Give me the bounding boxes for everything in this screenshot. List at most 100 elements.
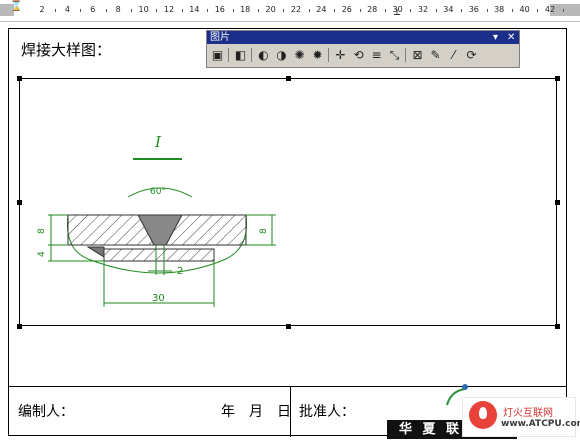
rotate-button[interactable]: ⟲	[350, 46, 367, 64]
toolbar-separator	[250, 46, 254, 64]
toolbar-separator	[227, 46, 231, 64]
toolbar-buttons: ▣ ◧ ◐ ◑ ✺ ✹ ✛ ⟲ ≡ ⤡ ⊠ ✎ ⁄ ⟳	[209, 46, 480, 64]
resize-handle-s[interactable]	[286, 324, 291, 329]
ruler-tick	[54, 9, 56, 12]
compress-button[interactable]: ⤡	[386, 46, 403, 64]
ruler-tick	[232, 9, 234, 12]
resize-handle-w[interactable]	[17, 200, 22, 205]
left-indent-marker[interactable]: ⌛	[10, 2, 22, 12]
ruler-tick	[537, 9, 539, 12]
compiler-label: 编制人：	[18, 404, 74, 420]
text-wrap-icon: ⊠	[412, 48, 423, 62]
resize-handle-nw[interactable]	[17, 76, 22, 81]
page-title: 焊接大样图：	[21, 41, 112, 59]
watermark-badge: 灯火互联网 www.ATCPU.com	[462, 397, 580, 437]
set-transparent-color-icon: ⁄	[452, 48, 455, 62]
ruler-label: 34	[443, 5, 454, 14]
ruler-tick	[181, 9, 183, 12]
ruler-tick	[511, 9, 513, 12]
crop-button[interactable]: ✛	[332, 46, 349, 64]
less-contrast-icon: ◑	[276, 48, 287, 62]
document-page: 焊接大样图： I 60° 2 8 4 8 30 编制人： 年 月 日 批准人：	[8, 28, 567, 437]
ruler-tick	[562, 9, 564, 12]
toolbar-close-icon[interactable]: ✕	[507, 31, 515, 44]
ruler-label: 24	[316, 5, 327, 14]
toolbar-titlebar[interactable]: 图片 ▾ ✕	[207, 31, 519, 44]
picture-toolbar[interactable]: 图片 ▾ ✕ ▣ ◧ ◐ ◑ ✺ ✹ ✛ ⟲ ≡ ⤡ ⊠ ✎ ⁄ ⟳	[206, 30, 520, 68]
format-picture-button[interactable]: ✎	[427, 46, 444, 64]
date-label: 年 月 日	[221, 404, 291, 420]
angle-label: 60°	[150, 187, 166, 197]
ruler-tick	[80, 9, 82, 12]
ruler-label: 8	[115, 5, 121, 14]
ruler-label: 14	[189, 5, 200, 14]
resize-handle-ne[interactable]	[555, 76, 560, 81]
ruler-label: 32	[417, 5, 429, 14]
ruler-tick	[308, 9, 310, 12]
reset-picture-icon: ⟳	[466, 48, 477, 62]
toolbar-options-icon[interactable]: ▾	[493, 31, 498, 44]
ruler-label: 22	[290, 5, 302, 14]
ruler-label: 28	[367, 5, 378, 14]
ruler-tick	[105, 9, 107, 12]
reset-picture-button[interactable]: ⟳	[463, 46, 480, 64]
ruler-label: 30	[392, 5, 403, 14]
rotate-icon: ⟲	[353, 48, 364, 62]
resize-handle-sw[interactable]	[17, 324, 22, 329]
horizontal-ruler[interactable]: ⌛ ┴ 2 4 6 8 10 12 14 16 18 20 22 24 26 28 30 32 34 36 38 40…	[0, 0, 580, 22]
less-contrast-button[interactable]: ◑	[273, 46, 290, 64]
footer-separator	[9, 386, 566, 387]
line-style-button[interactable]: ≡	[368, 46, 385, 64]
format-picture-icon: ✎	[430, 48, 441, 62]
watermark-url: www.ATCPU.com	[501, 419, 580, 429]
ruler-tick	[156, 9, 158, 12]
compress-icon: ⤡	[389, 47, 400, 62]
ruler-tick	[384, 9, 386, 12]
ruler-label: 26	[341, 5, 352, 14]
color-icon: ◧	[234, 48, 247, 62]
gap-dim-label: 2	[177, 266, 183, 277]
more-brightness-icon: ✺	[294, 48, 305, 62]
ruler-label: 20	[265, 5, 276, 14]
ruler-label: 18	[240, 5, 251, 14]
more-brightness-button[interactable]: ✺	[291, 46, 308, 64]
toolbar-separator	[404, 46, 408, 64]
ruler-label: 40	[519, 5, 530, 14]
insert-picture-icon: ▣	[211, 48, 224, 62]
section-mark-label: I	[154, 133, 162, 151]
right-dim-label: 8	[259, 228, 269, 234]
resize-handle-se[interactable]	[555, 324, 560, 329]
left-bottom-dim-label: 4	[37, 251, 47, 257]
resize-handle-e[interactable]	[555, 200, 560, 205]
bottom-dim-label: 30	[152, 293, 165, 304]
left-top-dim-label: 8	[37, 228, 47, 234]
set-transparent-color-button[interactable]: ⁄	[445, 46, 462, 64]
text-wrap-button[interactable]: ⊠	[409, 46, 426, 64]
ruler-label: 42	[544, 5, 556, 14]
less-brightness-icon: ✹	[312, 48, 323, 62]
more-contrast-icon: ◐	[258, 48, 269, 62]
welding-detail-drawing[interactable]: I 60° 2 8 4 8 30	[20, 79, 558, 327]
insert-picture-button[interactable]: ▣	[209, 46, 226, 64]
color-button[interactable]: ◧	[232, 46, 249, 64]
ruler-tick	[207, 9, 209, 12]
ruler-tick	[486, 9, 488, 12]
watermark-site-name: 灯火互联网	[503, 408, 553, 419]
selected-picture-frame[interactable]: I 60° 2 8 4 8 30	[17, 76, 560, 329]
ruler-label: 6	[90, 5, 96, 14]
ruler-label: 38	[494, 5, 505, 14]
watermark-logo-icon	[469, 401, 497, 429]
toolbar-separator	[327, 46, 331, 64]
ruler-tick	[130, 9, 132, 12]
crop-icon: ✛	[335, 48, 346, 62]
ruler-tick	[334, 9, 336, 12]
ruler-tick	[410, 9, 412, 12]
less-brightness-button[interactable]: ✹	[309, 46, 326, 64]
ruler-label: 4	[64, 5, 70, 14]
resize-handle-n[interactable]	[286, 76, 291, 81]
more-contrast-button[interactable]: ◐	[255, 46, 272, 64]
toolbar-title: 图片	[210, 32, 230, 43]
ruler-label: 10	[138, 5, 149, 14]
ruler-label: 36	[468, 5, 479, 14]
ruler-tick	[435, 9, 437, 12]
